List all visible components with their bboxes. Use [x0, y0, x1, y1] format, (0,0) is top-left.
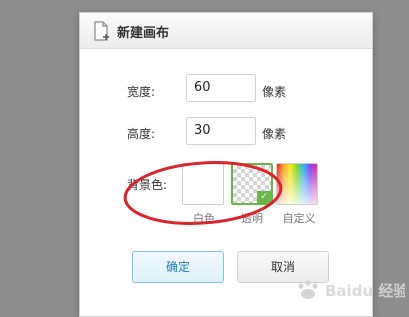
checkmark-icon: ✓	[257, 191, 271, 203]
width-label: 宽度:	[127, 85, 156, 99]
new-canvas-dialog: 新建画布 宽度: 60 像素 高度: 30 像素 背景色: ✓ 白色 透明 自定…	[79, 12, 373, 317]
background-custom-swatch[interactable]	[276, 163, 318, 205]
height-unit: 像素	[262, 127, 287, 141]
height-label: 高度:	[127, 127, 156, 141]
white-swatch-caption: 白色	[193, 212, 215, 225]
background-color-label: 背景色:	[127, 178, 168, 192]
background-white-swatch[interactable]	[182, 163, 224, 205]
dialog-title: 新建画布	[117, 26, 170, 41]
transparent-swatch-caption: 透明	[241, 212, 263, 225]
ok-button[interactable]: 确定	[132, 251, 224, 283]
background-transparent-swatch[interactable]: ✓	[231, 163, 273, 205]
custom-swatch-caption: 自定义	[282, 212, 316, 225]
baidu-jingyan-watermark: Baidu 经验	[298, 280, 405, 300]
svg-text:Baidu 经验: Baidu 经验	[325, 282, 405, 300]
document-new-icon	[94, 21, 109, 41]
width-unit: 像素	[262, 85, 287, 99]
dialog-title-bar: 新建画布	[80, 13, 372, 49]
width-input[interactable]: 60	[186, 74, 256, 102]
height-input[interactable]: 30	[186, 117, 256, 145]
